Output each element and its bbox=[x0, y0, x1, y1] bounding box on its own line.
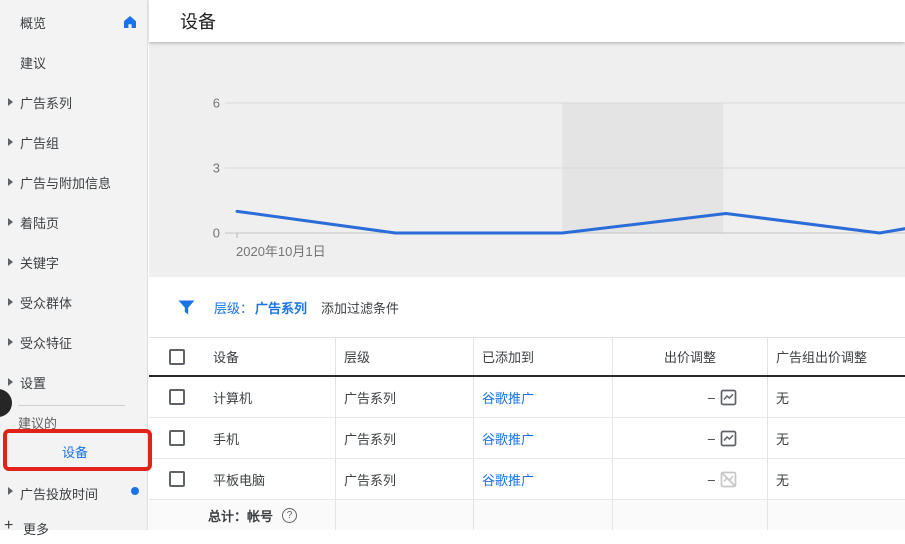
expand-arrow-icon[interactable] bbox=[8, 378, 13, 386]
bid-adjustment-value: – bbox=[708, 431, 715, 446]
select-all-checkbox[interactable] bbox=[169, 349, 185, 365]
total-label: 总计：帐号 bbox=[208, 506, 273, 525]
bid-adjustment-value: – bbox=[708, 472, 715, 487]
chart-toggle-disabled-icon[interactable] bbox=[720, 471, 737, 488]
sidebar-item-settings[interactable]: 设置 bbox=[0, 362, 147, 402]
device-name: 平板电脑 bbox=[213, 470, 265, 489]
sidebar-item-demographics[interactable]: 受众特征 bbox=[0, 322, 147, 362]
column-header-device[interactable]: 设备 bbox=[213, 347, 239, 366]
table-row-mobile[interactable]: 手机 广告系列 谷歌推广 – 无 bbox=[149, 418, 905, 459]
filter-icon[interactable] bbox=[178, 300, 195, 315]
sidebar-item-label: 关键字 bbox=[20, 253, 59, 272]
sidebar-item-ad-groups[interactable]: 广告组 bbox=[0, 122, 147, 162]
svg-text:6: 6 bbox=[213, 95, 220, 110]
column-header-level[interactable]: 层级 bbox=[344, 347, 370, 366]
level-value: 广告系列 bbox=[344, 470, 396, 489]
sidebar: 概览 建议 广告系列 广告组 广告与附加信息 着陆页 关键字 bbox=[0, 0, 148, 530]
sidebar-item-label: 广告系列 bbox=[20, 93, 72, 112]
chart-toggle-icon[interactable] bbox=[720, 389, 737, 406]
main-content: 设备 0 3 6 2020年10月1日 层级： 广告系列 添加过滤条件 设备 层级 已… bbox=[149, 0, 905, 530]
sidebar-item-audiences[interactable]: 受众群体 bbox=[0, 282, 147, 322]
sidebar-item-keywords[interactable]: 关键字 bbox=[0, 242, 147, 282]
table-row-tablet[interactable]: 平板电脑 广告系列 谷歌推广 – 无 bbox=[149, 459, 905, 500]
line-chart: 0 3 6 2020年10月1日 bbox=[149, 42, 905, 277]
sidebar-item-label: 建议 bbox=[20, 53, 46, 72]
row-checkbox[interactable] bbox=[169, 430, 185, 446]
sidebar-divider bbox=[18, 405, 125, 406]
filter-level-value[interactable]: 广告系列 bbox=[255, 298, 307, 317]
home-icon[interactable] bbox=[123, 15, 137, 29]
device-name: 手机 bbox=[213, 429, 239, 448]
svg-text:3: 3 bbox=[213, 160, 220, 175]
sidebar-section-suggested: 建议的 bbox=[18, 413, 57, 432]
sidebar-item-overview[interactable]: 概览 bbox=[0, 2, 147, 42]
expand-arrow-icon[interactable] bbox=[8, 487, 13, 495]
added-to-link[interactable]: 谷歌推广 bbox=[482, 388, 534, 407]
help-icon[interactable]: ? bbox=[282, 508, 297, 523]
svg-text:0: 0 bbox=[213, 226, 220, 241]
plus-icon: + bbox=[4, 517, 13, 535]
bid-adjustment-value: – bbox=[708, 390, 715, 405]
expand-arrow-icon[interactable] bbox=[8, 98, 13, 106]
page-header: 设备 bbox=[149, 0, 905, 42]
adgroup-bid-adjustment-value: 无 bbox=[776, 388, 789, 407]
sidebar-item-ads-extensions[interactable]: 广告与附加信息 bbox=[0, 162, 147, 202]
expand-arrow-icon[interactable] bbox=[8, 258, 13, 266]
device-name: 计算机 bbox=[213, 388, 252, 407]
notification-dot bbox=[131, 487, 139, 495]
adgroup-bid-adjustment-value: 无 bbox=[776, 429, 789, 448]
row-checkbox[interactable] bbox=[169, 471, 185, 487]
performance-chart: 0 3 6 2020年10月1日 bbox=[149, 42, 905, 277]
expand-arrow-icon[interactable] bbox=[8, 338, 13, 346]
column-header-added-to[interactable]: 已添加到 bbox=[482, 347, 534, 366]
filter-level-label[interactable]: 层级： bbox=[214, 298, 253, 317]
sidebar-item-label: 广告与附加信息 bbox=[20, 173, 111, 192]
sidebar-item-devices-selected[interactable]: 设备 bbox=[62, 442, 88, 461]
sidebar-item-more[interactable]: + 更多 bbox=[0, 514, 148, 544]
sidebar-item-recommendations[interactable]: 建议 bbox=[0, 42, 147, 82]
expand-arrow-icon[interactable] bbox=[8, 218, 13, 226]
page-title: 设备 bbox=[180, 8, 216, 34]
sidebar-item-label: 受众特征 bbox=[20, 333, 72, 352]
chart-toggle-icon[interactable] bbox=[720, 430, 737, 447]
svg-text:2020年10月1日: 2020年10月1日 bbox=[236, 244, 326, 259]
table-total-row: 总计：帐号 ? bbox=[149, 500, 905, 530]
expand-arrow-icon[interactable] bbox=[8, 298, 13, 306]
sidebar-item-campaigns[interactable]: 广告系列 bbox=[0, 82, 147, 122]
devices-table: 设备 层级 已添加到 出价调整 广告组出价调整 计算机 广告系列 谷歌推广 – … bbox=[149, 337, 905, 530]
added-to-link[interactable]: 谷歌推广 bbox=[482, 470, 534, 489]
filter-bar: 层级： 广告系列 添加过滤条件 bbox=[149, 277, 905, 337]
adgroup-bid-adjustment-value: 无 bbox=[776, 470, 789, 489]
row-checkbox[interactable] bbox=[169, 389, 185, 405]
level-value: 广告系列 bbox=[344, 429, 396, 448]
table-row-computers[interactable]: 计算机 广告系列 谷歌推广 – 无 bbox=[149, 377, 905, 418]
added-to-link[interactable]: 谷歌推广 bbox=[482, 429, 534, 448]
sidebar-item-label: 受众群体 bbox=[20, 293, 72, 312]
sidebar-item-label: 着陆页 bbox=[20, 213, 59, 232]
table-header-row: 设备 层级 已添加到 出价调整 广告组出价调整 bbox=[149, 337, 905, 377]
sidebar-item-label: 设置 bbox=[20, 373, 46, 392]
level-value: 广告系列 bbox=[344, 388, 396, 407]
column-header-bid-adj[interactable]: 出价调整 bbox=[664, 347, 716, 366]
sidebar-item-label: 广告组 bbox=[20, 133, 59, 152]
sidebar-item-label: 更多 bbox=[23, 519, 49, 538]
sidebar-item-label: 概览 bbox=[20, 13, 46, 32]
expand-arrow-icon[interactable] bbox=[8, 178, 13, 186]
column-header-adgroup-bid-adj[interactable]: 广告组出价调整 bbox=[776, 347, 867, 366]
sidebar-item-label: 广告投放时间 bbox=[20, 484, 98, 503]
expand-arrow-icon[interactable] bbox=[8, 138, 13, 146]
sidebar-item-ad-schedule[interactable]: 广告投放时间 bbox=[0, 471, 148, 511]
sidebar-item-landing-pages[interactable]: 着陆页 bbox=[0, 202, 147, 242]
add-filter-button[interactable]: 添加过滤条件 bbox=[321, 298, 399, 317]
